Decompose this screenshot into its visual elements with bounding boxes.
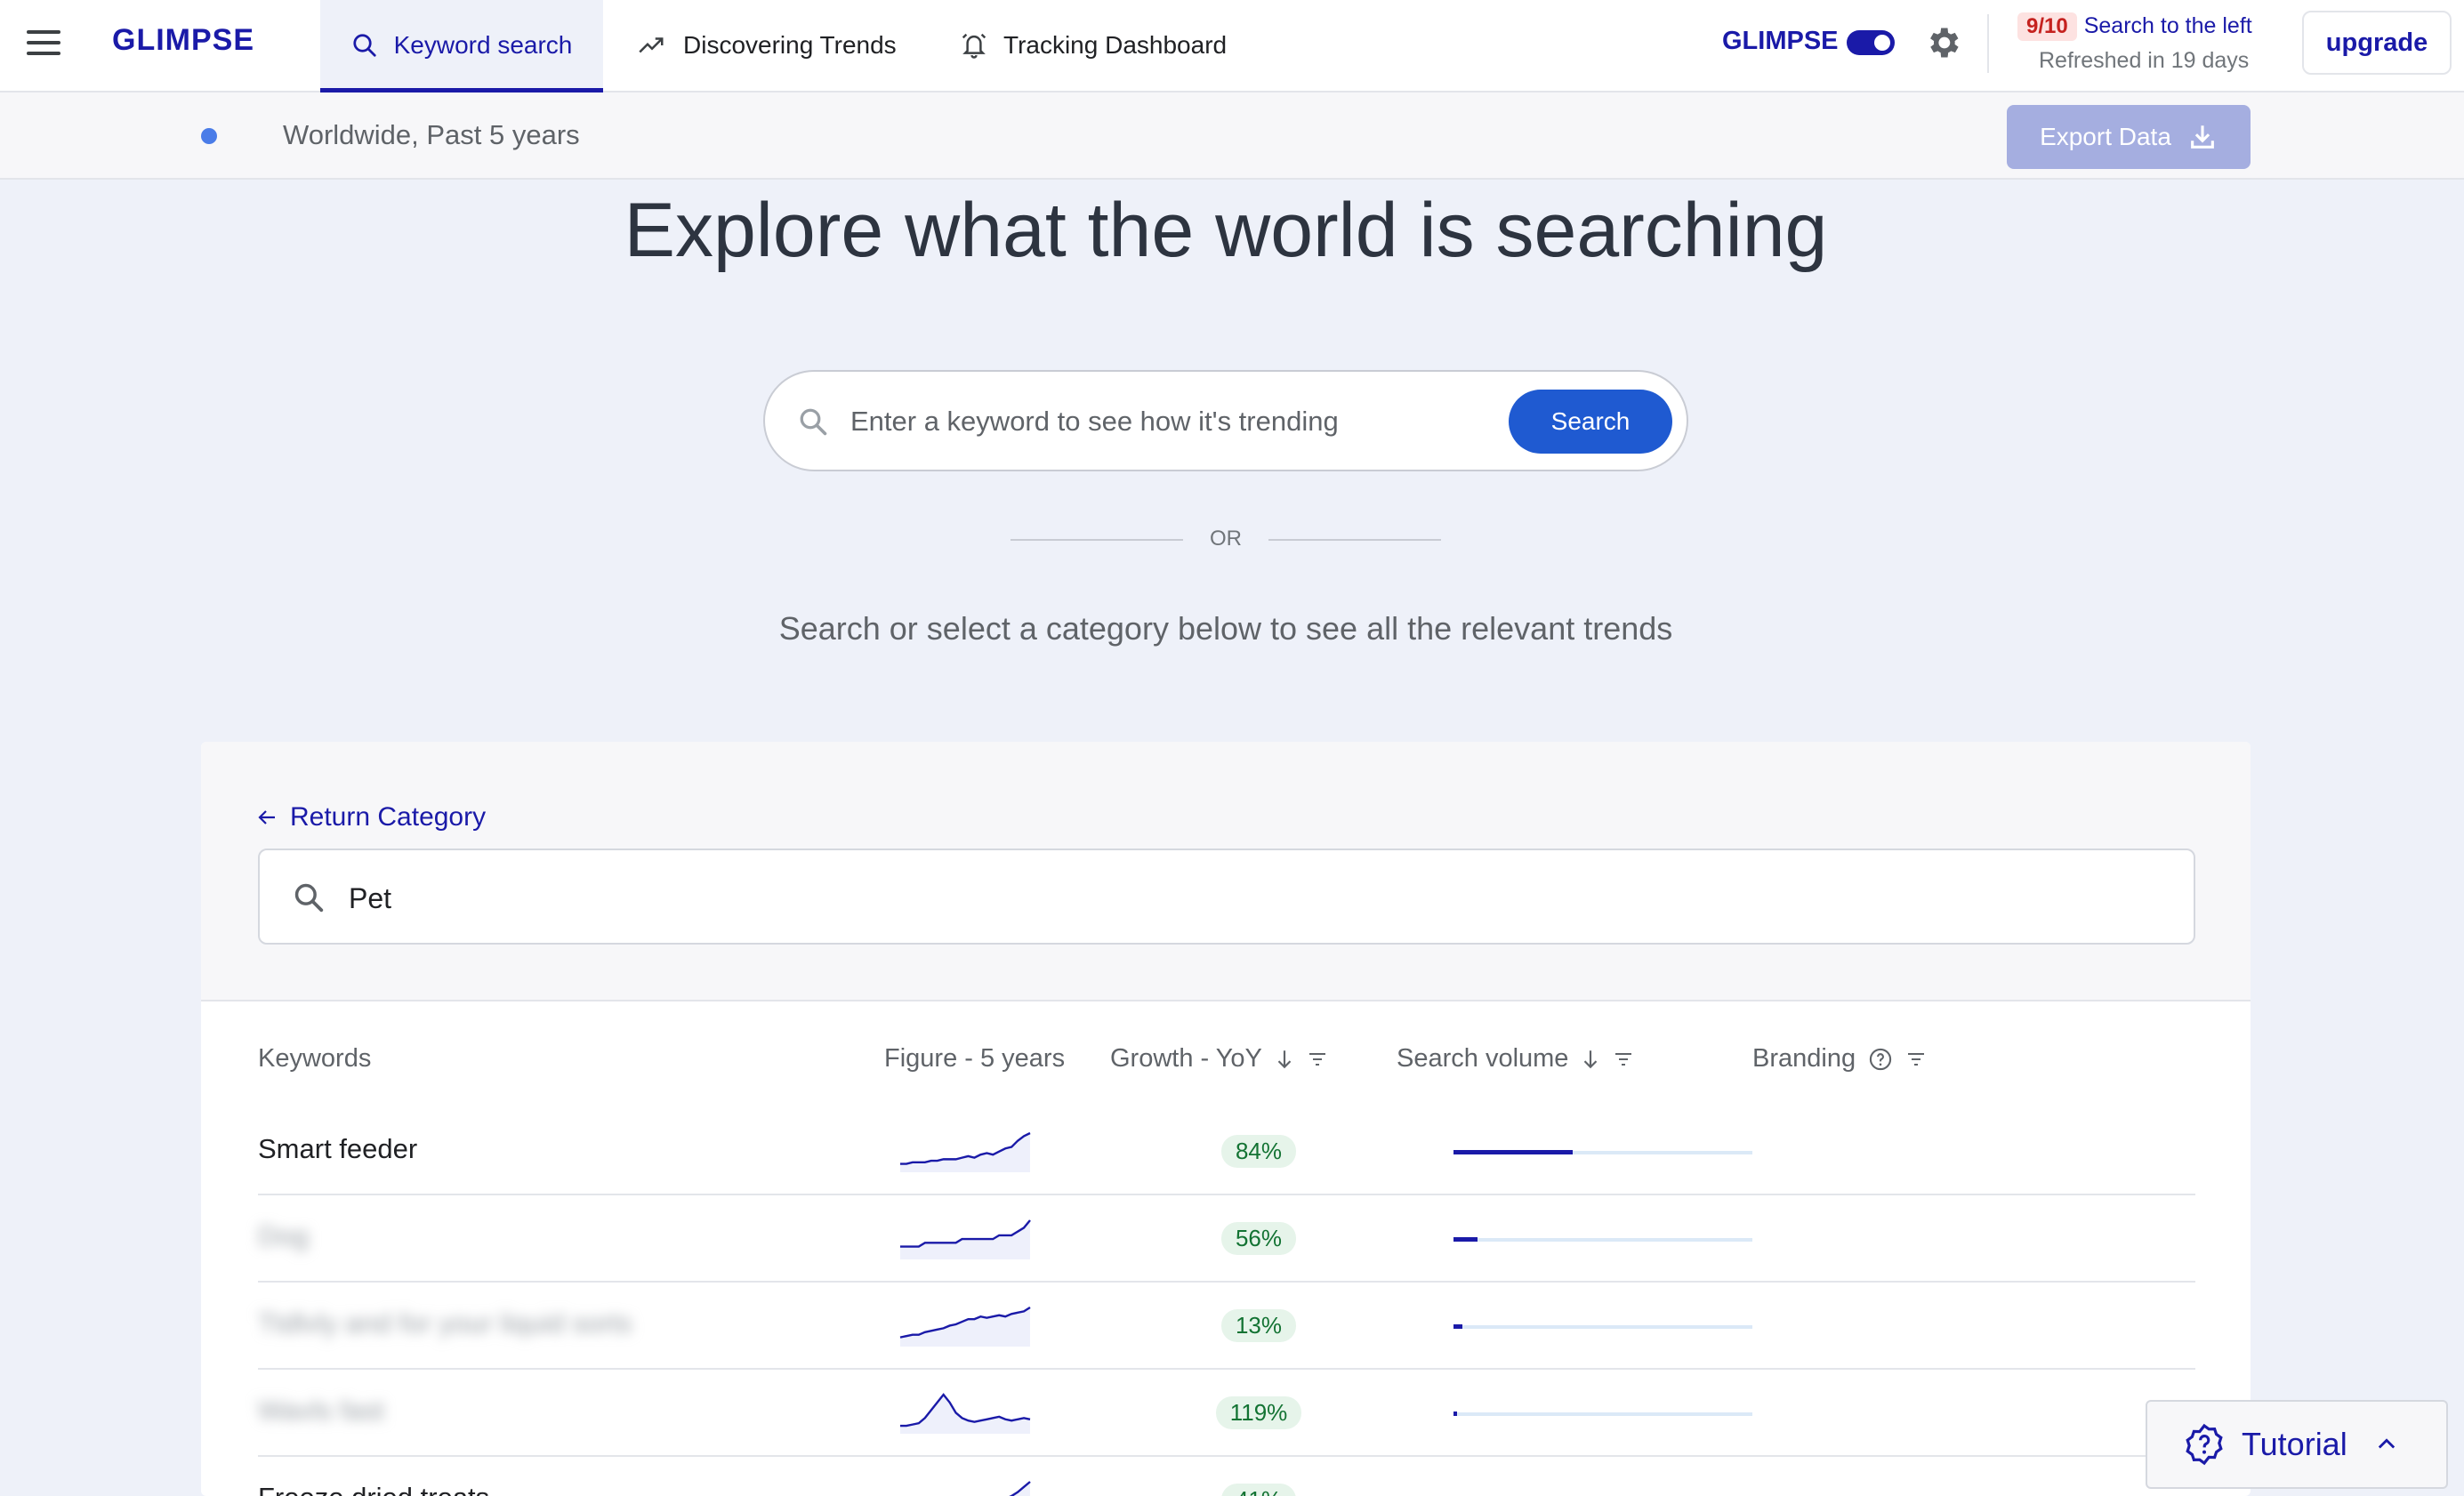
- trend-sparkline: [900, 1393, 1031, 1434]
- trend-sparkline: [900, 1131, 1031, 1172]
- region-filter[interactable]: Worldwide, Past 5 years: [283, 119, 580, 151]
- trend-sparkline: [1009, 1481, 1031, 1496]
- arrow-left-icon: [258, 810, 275, 824]
- return-label: Return Category: [290, 802, 487, 832]
- table-row[interactable]: Freeze dried treats 41%: [258, 1457, 2195, 1496]
- quota-badge: 9/10: [2017, 12, 2077, 41]
- tab-discovering-trends[interactable]: Discovering Trends: [637, 0, 897, 91]
- divider: [1987, 14, 1989, 73]
- growth-cell: 84%: [1183, 1135, 1334, 1168]
- tab-label: Discovering Trends: [683, 31, 897, 59]
- category-hint: Search or select a category below to see…: [778, 610, 1673, 647]
- growth-badge: 13%: [1220, 1309, 1297, 1342]
- table-row[interactable]: Wavls fast 119%: [258, 1370, 2195, 1457]
- filter-icon[interactable]: [1613, 1050, 1634, 1069]
- quota-text: Search to the left: [2083, 13, 2252, 38]
- bell-icon: [962, 33, 986, 59]
- download-icon: [2191, 125, 2214, 149]
- search-volume-fill: [1453, 1237, 1478, 1242]
- table-row[interactable]: Dog 56%: [258, 1195, 2195, 1283]
- chevron-up-icon[interactable]: [2374, 1432, 2399, 1457]
- column-header-figure: Figure - 5 years: [884, 1044, 1066, 1073]
- status-dot: [201, 128, 217, 144]
- growth-cell: 119%: [1183, 1396, 1334, 1429]
- search-icon: [352, 34, 376, 57]
- growth-badge: 84%: [1220, 1135, 1297, 1168]
- category-search-box: [258, 849, 2195, 945]
- keyword-search-box: Search: [763, 370, 1688, 471]
- keyword-cell[interactable]: Ttdlvly and for your liquid sorts: [258, 1307, 632, 1339]
- keyword-cell[interactable]: Wavls fast: [258, 1395, 384, 1427]
- search-volume-fill: [1453, 1324, 1463, 1329]
- extension-logo: GLIMPSE: [1722, 27, 1839, 55]
- table-row[interactable]: Ttdlvly and for your liquid sorts 13%: [258, 1283, 2195, 1370]
- tab-label: Tracking Dashboard: [1003, 31, 1228, 59]
- sort-down-icon[interactable]: [1581, 1048, 1600, 1071]
- growth-badge: 41%: [1220, 1484, 1297, 1496]
- help-badge-icon: [2186, 1423, 2223, 1466]
- or-divider: OR: [1011, 525, 1441, 557]
- top-bar: GLIMPSE Keyword search Discovering Trend…: [0, 0, 2464, 92]
- sparkline-area: [900, 1133, 1030, 1172]
- filter-icon[interactable]: [1307, 1050, 1328, 1069]
- sparkline-area: [1011, 1482, 1030, 1496]
- logo[interactable]: GLIMPSE: [112, 23, 254, 58]
- growth-cell: 56%: [1183, 1222, 1334, 1255]
- upgrade-button[interactable]: upgrade: [2302, 11, 2452, 75]
- tab-tracking-dashboard[interactable]: Tracking Dashboard: [961, 0, 1227, 91]
- column-header-keywords: Keywords: [258, 1044, 372, 1073]
- return-category-link[interactable]: Return Category: [256, 802, 486, 832]
- column-label: Branding: [1752, 1044, 1856, 1073]
- growth-badge: 119%: [1215, 1396, 1302, 1429]
- sparkline-line: [1009, 1481, 1031, 1496]
- trend-sparkline: [900, 1219, 1031, 1259]
- column-label: Search volume: [1397, 1044, 1569, 1073]
- search-volume-bar: [1453, 1150, 1752, 1154]
- tab-keyword-search[interactable]: Keyword search: [320, 0, 603, 92]
- growth-cell: 41%: [1183, 1484, 1334, 1496]
- category-panel-header: Return Category: [201, 742, 2251, 1001]
- tab-label: Keyword search: [393, 31, 573, 59]
- search-button[interactable]: Search: [1509, 390, 1672, 454]
- menu-icon[interactable]: [27, 30, 60, 55]
- gear-icon[interactable]: [1923, 23, 1962, 62]
- keyword-cell[interactable]: Freeze dried treats: [258, 1482, 489, 1496]
- export-label: Export Data: [2040, 123, 2171, 150]
- filter-icon[interactable]: [1905, 1050, 1927, 1069]
- sort-down-icon[interactable]: [1275, 1048, 1294, 1071]
- column-label: Growth - YoY: [1110, 1044, 1262, 1073]
- search-quota: 9/10 Search to the left Refreshed in 19 d…: [2017, 12, 2275, 73]
- tutorial-widget[interactable]: Tutorial: [2146, 1400, 2448, 1489]
- search-volume-bar: [1453, 1412, 1752, 1416]
- keyword-cell[interactable]: Smart feeder: [258, 1133, 417, 1165]
- search-volume-bar: [1453, 1237, 1752, 1242]
- column-header-volume[interactable]: Search volume: [1397, 1044, 1634, 1074]
- sparkline-area: [900, 1395, 1030, 1434]
- search-volume-fill: [1453, 1412, 1457, 1416]
- table-row[interactable]: Smart feeder 84%: [258, 1108, 2195, 1195]
- category-panel: Return Category Keywords Figure - 5 year…: [201, 742, 2251, 1496]
- search-icon: [294, 883, 324, 913]
- trending-up-icon: [639, 37, 664, 53]
- column-header-growth[interactable]: Growth - YoY: [1110, 1044, 1328, 1074]
- extension-toggle[interactable]: [1847, 30, 1895, 55]
- export-data-button[interactable]: Export Data: [2007, 105, 2251, 169]
- growth-cell: 13%: [1183, 1309, 1334, 1342]
- filter-bar: Worldwide, Past 5 years Export Data: [0, 92, 2464, 180]
- category-search-input[interactable]: [349, 873, 2039, 923]
- trend-sparkline: [899, 1306, 1031, 1347]
- help-icon[interactable]: [1868, 1047, 1893, 1072]
- column-header-branding[interactable]: Branding: [1752, 1044, 1927, 1074]
- or-text: OR: [1210, 527, 1242, 551]
- search-icon: [800, 408, 827, 436]
- search-volume-bar: [1453, 1324, 1752, 1329]
- tutorial-label: Tutorial: [2242, 1426, 2347, 1462]
- quota-refresh: Refreshed in 19 days: [2039, 48, 2250, 73]
- growth-badge: 56%: [1220, 1222, 1297, 1255]
- page-title: Explore what the world is searching: [624, 188, 1828, 273]
- keyword-cell[interactable]: Dog: [258, 1220, 309, 1252]
- keyword-search-input[interactable]: [850, 395, 1526, 448]
- search-volume-fill: [1453, 1150, 1574, 1154]
